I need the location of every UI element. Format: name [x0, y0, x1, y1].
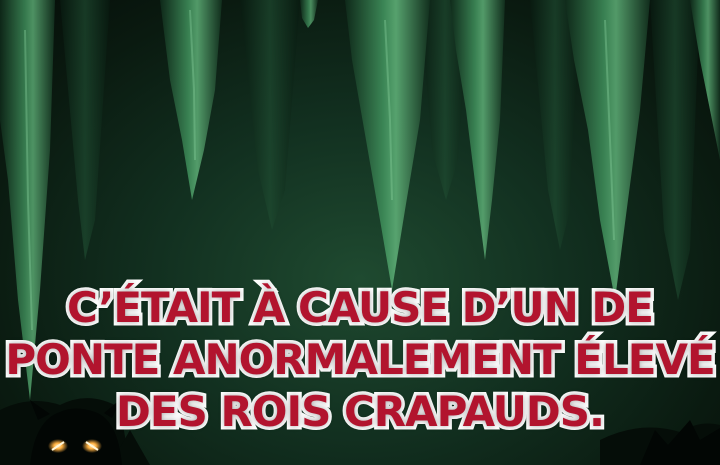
caption-line-2: PONTE ANORMALEMENT ÉLEVÉ: [2, 332, 719, 388]
caption-line-1: C’ÉTAIT À CAUSE D’UN DE: [64, 280, 658, 336]
comic-panel: C’ÉTAIT À CAUSE D’UN DE PONTE ANORMALEME…: [0, 0, 720, 465]
speech-caption: C’ÉTAIT À CAUSE D’UN DE PONTE ANORMALEME…: [0, 280, 720, 440]
caption-line-3: DES ROIS CRAPAUDS.: [113, 384, 609, 440]
